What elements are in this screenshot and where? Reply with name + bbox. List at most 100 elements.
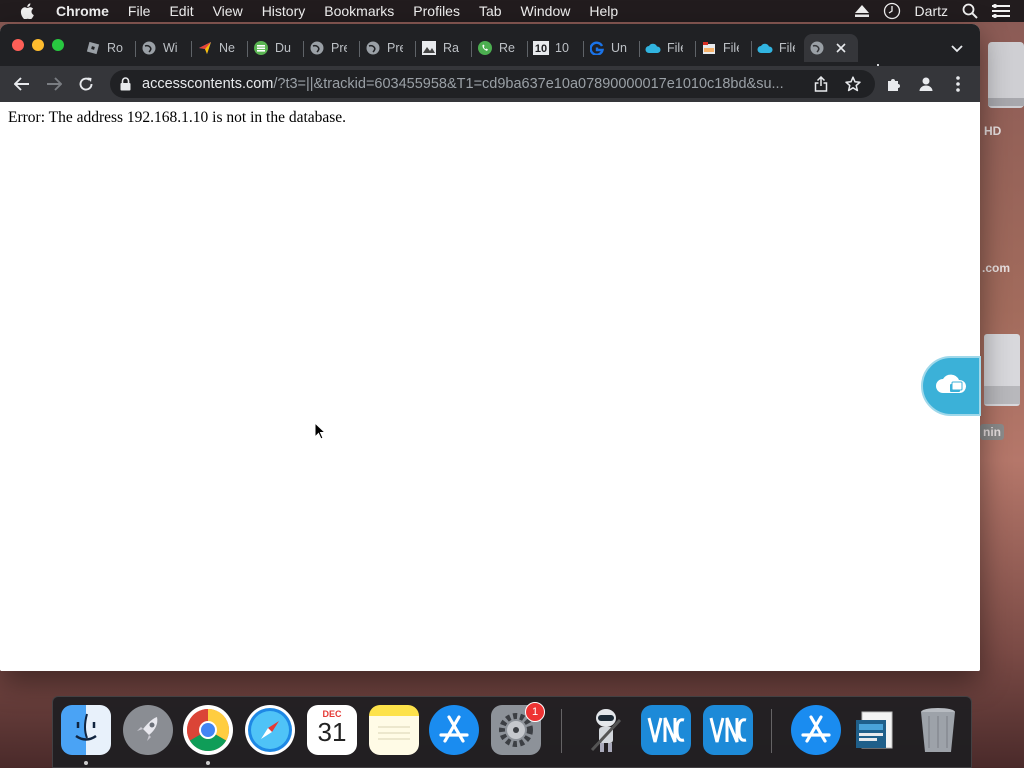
dock-chrome[interactable] <box>183 705 233 755</box>
tab-ne[interactable]: Ne <box>192 34 247 62</box>
tab-file-1[interactable]: File <box>640 34 695 62</box>
menu-file[interactable]: File <box>128 3 151 19</box>
folder-icon <box>701 40 717 56</box>
trash-icon <box>921 708 955 752</box>
share-icon[interactable] <box>814 75 828 97</box>
tab-du[interactable]: Du <box>248 34 303 62</box>
clock-status-icon[interactable] <box>883 2 901 20</box>
dock-automator[interactable] <box>581 705 631 755</box>
url-text[interactable]: accesscontents.com/?t3=||&trackid=603455… <box>142 76 802 92</box>
send-icon <box>197 40 213 56</box>
apple-menu-icon[interactable] <box>20 3 38 19</box>
tab-10[interactable]: 10 10 <box>528 34 583 62</box>
url-path: /?t3=||&trackid=603455958&T1=cd9ba637e10… <box>273 76 784 92</box>
dock-safari[interactable] <box>245 705 295 755</box>
browser-toolbar: accesscontents.com/?t3=||&trackid=603455… <box>0 66 980 102</box>
compass-icon <box>248 708 292 752</box>
tab-title: File <box>667 41 683 55</box>
menu-bookmarks[interactable]: Bookmarks <box>324 3 394 19</box>
tab-re[interactable]: Re <box>472 34 527 62</box>
dock-separator <box>771 709 772 753</box>
notes-icon <box>378 726 410 740</box>
tab-ra[interactable]: Ra <box>416 34 471 62</box>
dock-system-preferences[interactable]: 1 <box>491 702 545 755</box>
dock-calendar[interactable]: DEC 31 <box>307 705 357 755</box>
dock-launchpad[interactable] <box>123 705 173 755</box>
tab-search-chevron-icon[interactable] <box>951 40 963 58</box>
dock-notes[interactable] <box>369 705 419 755</box>
tab-title: File <box>723 41 739 55</box>
tab-title: Ra <box>443 41 459 55</box>
mouse-cursor-icon <box>314 421 327 445</box>
zoom-window-button[interactable] <box>52 39 64 51</box>
tab-title: Un <box>611 41 627 55</box>
reload-icon[interactable] <box>76 74 96 94</box>
menu-history[interactable]: History <box>262 3 306 19</box>
rocket-icon <box>137 717 158 741</box>
menu-view[interactable]: View <box>213 3 243 19</box>
tab-title: Pre <box>387 41 403 55</box>
vnc-icon <box>709 717 747 743</box>
tab-un[interactable]: Un <box>584 34 639 62</box>
lock-icon[interactable] <box>120 77 131 96</box>
preview-icon <box>856 711 893 749</box>
globe-icon <box>141 40 157 56</box>
tab-file-2[interactable]: File <box>696 34 751 62</box>
extensions-puzzle-icon[interactable] <box>884 74 904 94</box>
cloud-icon <box>645 40 661 56</box>
tab-roblox[interactable]: Rol <box>80 34 135 62</box>
page-content: Error: The address 192.168.1.10 is not i… <box>0 102 980 671</box>
tab-title: Ne <box>219 41 235 55</box>
tab-pre-1[interactable]: Pre <box>304 34 359 62</box>
menu-app-chrome[interactable]: Chrome <box>56 3 109 19</box>
desktop-icon-drive[interactable] <box>984 40 1024 110</box>
close-tab-icon[interactable] <box>834 41 848 55</box>
floating-cloud-widget[interactable] <box>921 356 981 416</box>
dock-app-store-download[interactable] <box>791 705 841 755</box>
spotlight-search-icon[interactable] <box>962 3 978 19</box>
desktop-label-hd: HD <box>984 124 1002 138</box>
eject-icon[interactable] <box>854 5 869 17</box>
minimize-window-button[interactable] <box>32 39 44 51</box>
menu-profiles[interactable]: Profiles <box>413 3 460 19</box>
menu-help[interactable]: Help <box>589 3 618 19</box>
tab-pre-2[interactable]: Pre <box>360 34 415 62</box>
chrome-menu-icon[interactable] <box>948 74 968 94</box>
tab-wi[interactable]: Wi <box>136 34 191 62</box>
bookmark-star-icon[interactable] <box>845 76 861 97</box>
running-indicator <box>206 761 210 765</box>
tab-title: Du <box>275 41 291 55</box>
address-bar[interactable]: accesscontents.com/?t3=||&trackid=603455… <box>110 70 875 98</box>
chrome-icon <box>186 709 230 752</box>
dock: DEC 31 1 <box>52 696 972 768</box>
control-center-icon[interactable] <box>992 4 1010 18</box>
phone-icon <box>477 40 493 56</box>
tab-title: 10 <box>555 41 569 55</box>
svg-text:10: 10 <box>535 43 547 55</box>
menu-window[interactable]: Window <box>521 3 571 19</box>
automator-robot-icon <box>590 709 622 752</box>
forward-arrow-icon[interactable] <box>44 74 64 94</box>
tab-file-3[interactable]: File <box>752 34 807 62</box>
finder-icon <box>75 713 97 741</box>
calendar-day: 31 <box>317 717 347 747</box>
back-arrow-icon[interactable] <box>12 74 32 94</box>
chrome-window: Rol Wi Ne Du Pre Pre Ra <box>0 24 980 671</box>
dock-app-store[interactable] <box>429 705 479 755</box>
dock-trash[interactable] <box>913 705 963 755</box>
menu-edit[interactable]: Edit <box>169 3 193 19</box>
dock-vnc-viewer-1[interactable] <box>641 705 691 755</box>
profile-avatar-icon[interactable] <box>916 74 936 94</box>
desktop-icon-disk[interactable] <box>982 334 1022 410</box>
dock-finder[interactable] <box>61 705 111 755</box>
app-store-icon <box>801 715 831 743</box>
close-window-button[interactable] <box>12 39 24 51</box>
dock-vnc-viewer-2[interactable] <box>703 705 753 755</box>
menu-tab[interactable]: Tab <box>479 3 502 19</box>
user-name[interactable]: Dartz <box>915 3 948 19</box>
error-message: Error: The address 192.168.1.10 is not i… <box>8 109 347 126</box>
vnc-icon <box>647 717 685 743</box>
image-icon <box>421 40 437 56</box>
dock-preview[interactable] <box>851 705 901 755</box>
tab-active[interactable] <box>804 34 858 62</box>
